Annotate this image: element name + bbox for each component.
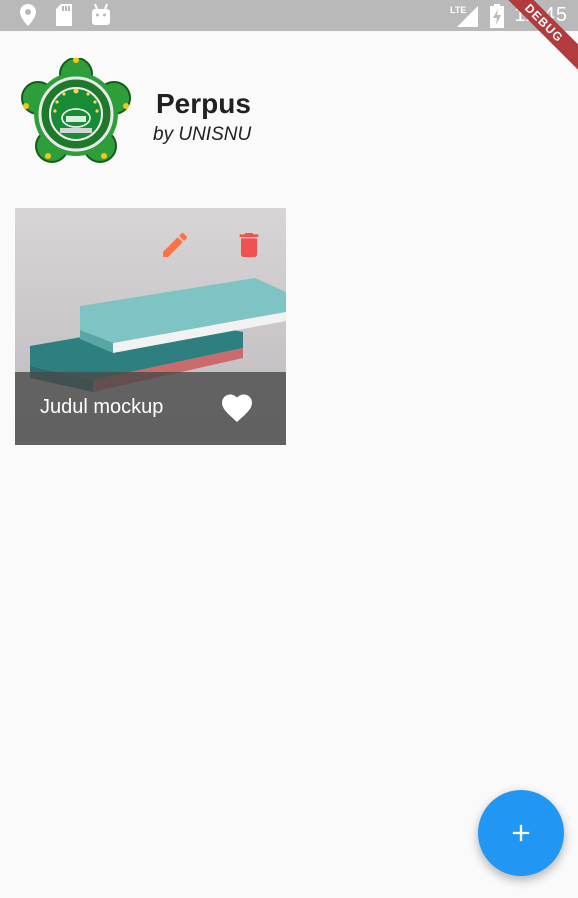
book-card[interactable]: Judul mockup xyxy=(15,208,286,445)
add-book-button[interactable] xyxy=(478,790,564,876)
delete-icon xyxy=(239,233,259,257)
signal-icon: LTE xyxy=(450,5,479,27)
svg-text:LTE: LTE xyxy=(450,5,466,15)
unisnu-logo xyxy=(21,58,131,163)
book-title: Judul mockup xyxy=(40,396,164,418)
location-icon xyxy=(20,4,36,26)
edit-icon xyxy=(163,232,188,257)
app-title: Perpus xyxy=(156,88,251,119)
app-subtitle: by UNISNU xyxy=(153,124,252,145)
android-icon xyxy=(92,3,110,25)
delete-button[interactable] xyxy=(232,228,266,262)
battery-charging-icon xyxy=(490,3,505,28)
edit-button[interactable] xyxy=(158,228,192,262)
status-bar: LTE 11:45 xyxy=(0,0,578,31)
heart-icon xyxy=(222,394,252,423)
add-icon xyxy=(512,824,530,842)
card-footer: Judul mockup xyxy=(15,372,286,445)
status-left-icons xyxy=(18,3,112,27)
sd-card-icon xyxy=(56,4,72,26)
favorite-button[interactable] xyxy=(219,390,255,426)
